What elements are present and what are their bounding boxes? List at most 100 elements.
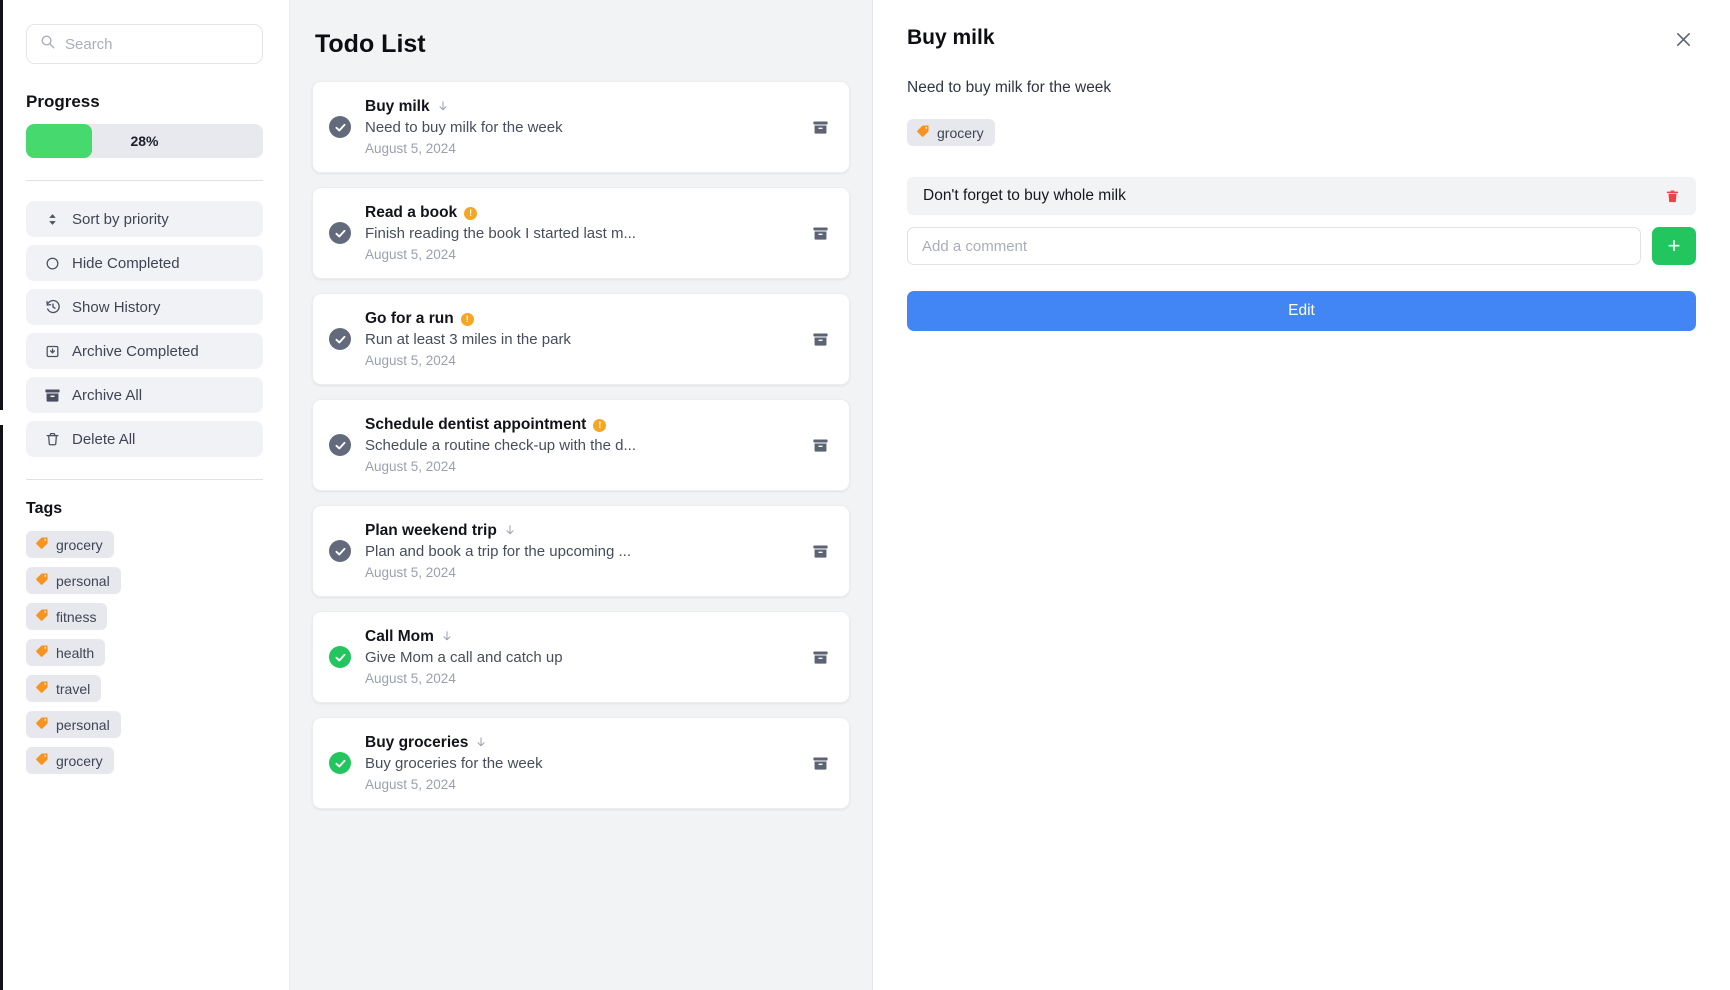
- todo-description: Finish reading the book I started last m…: [365, 225, 636, 242]
- tag-row: grocery: [26, 531, 263, 567]
- sort-updown-icon: [44, 211, 61, 228]
- archive-box-icon[interactable]: [809, 328, 831, 350]
- comment-text: Don't forget to buy whole milk: [923, 187, 1126, 204]
- todo-body: Go for a run! Run at least 3 miles in the…: [365, 310, 795, 368]
- progress-percent-label: 28%: [130, 133, 159, 149]
- tag-label: grocery: [56, 752, 103, 769]
- sidebar-menu-item-label: Delete All: [72, 430, 136, 448]
- archive-box-icon: [44, 387, 61, 404]
- todo-description: Run at least 3 miles in the park: [365, 331, 571, 348]
- todo-checkbox[interactable]: [329, 222, 351, 244]
- archive-box-icon[interactable]: [809, 434, 831, 456]
- clock-history-icon: [44, 299, 61, 316]
- todo-title-row: Read a book!: [365, 204, 795, 222]
- archive-box-icon[interactable]: [809, 116, 831, 138]
- todo-title-row: Go for a run!: [365, 310, 795, 328]
- todo-title-row: Call Mom: [365, 628, 795, 646]
- todo-item[interactable]: Call Mom Give Mom a call and catch up Augu…: [312, 611, 850, 703]
- tag-chip-fitness[interactable]: fitness: [26, 603, 108, 630]
- todo-title: Schedule dentist appointment: [365, 416, 587, 433]
- sidebar-menu-item-show-history[interactable]: Show History: [26, 289, 263, 325]
- tags-title: Tags: [26, 500, 63, 517]
- todo-item[interactable]: Read a book! Finish reading the book I st…: [312, 187, 850, 279]
- add-comment-button[interactable]: +: [1652, 227, 1696, 265]
- page-title: Todo List: [315, 30, 426, 58]
- todo-title-row: Buy groceries: [365, 734, 795, 752]
- todo-checkbox[interactable]: [329, 434, 351, 456]
- todo-date: August 5, 2024: [365, 247, 456, 262]
- progress-fill: [26, 124, 93, 158]
- todo-item[interactable]: Buy milk Need to buy milk for the week Aug…: [312, 81, 850, 173]
- sidebar-menu-item-label: Show History: [72, 298, 161, 316]
- tags-list: grocery personal fitness health travel person…: [26, 531, 263, 783]
- sidebar-menu-item-sort-by-priority[interactable]: Sort by priority: [26, 201, 263, 237]
- todo-item[interactable]: Schedule dentist appointment! Schedule a …: [312, 399, 850, 491]
- todo-description: Plan and book a trip for the upcoming ..…: [365, 543, 631, 560]
- todo-list-panel: Todo List Buy milk Need to buy milk for t…: [290, 0, 873, 990]
- todo-body: Call Mom Give Mom a call and catch up Augu…: [365, 628, 795, 686]
- todo-title-row: Plan weekend trip: [365, 522, 795, 540]
- priority-low-icon: [504, 523, 516, 540]
- archive-box-icon[interactable]: [809, 646, 831, 668]
- todo-body: Buy groceries Buy groceries for the week A…: [365, 734, 795, 792]
- todo-checkbox[interactable]: [329, 116, 351, 138]
- tag-chip-travel[interactable]: travel: [26, 675, 102, 702]
- tag-icon: [35, 572, 49, 589]
- todo-item[interactable]: Buy groceries Buy groceries for the week A…: [312, 717, 850, 809]
- archive-box-icon[interactable]: [809, 540, 831, 562]
- sidebar-menu-item-label: Hide Completed: [72, 254, 180, 272]
- search-box[interactable]: [26, 24, 264, 64]
- todo-body: Buy milk Need to buy milk for the week Aug…: [365, 98, 795, 156]
- sidebar-menu-item-label: Archive Completed: [72, 342, 199, 360]
- tag-chip-grocery[interactable]: grocery: [26, 531, 114, 558]
- todo-description: Buy groceries for the week: [365, 755, 543, 772]
- priority-high-icon: !: [593, 418, 607, 432]
- todo-items-container: Buy milk Need to buy milk for the week Aug…: [312, 81, 850, 809]
- todo-checkbox[interactable]: [329, 752, 351, 774]
- todo-title: Buy milk: [365, 98, 430, 115]
- tag-icon: [35, 716, 49, 733]
- sidebar-menu-item-delete-all[interactable]: Delete All: [26, 421, 263, 457]
- todo-title: Call Mom: [365, 628, 434, 645]
- priority-high-icon: !: [464, 206, 478, 220]
- progress-title: Progress: [26, 92, 100, 111]
- todo-body: Read a book! Finish reading the book I st…: [365, 204, 795, 262]
- circle-icon: [44, 255, 61, 272]
- tag-icon: [35, 644, 49, 661]
- tag-chip-health[interactable]: health: [26, 639, 106, 666]
- sidebar-menu-item-hide-completed[interactable]: Hide Completed: [26, 245, 263, 281]
- tag-chip-grocery[interactable]: grocery: [26, 747, 114, 774]
- tag-icon: [916, 124, 930, 141]
- close-icon[interactable]: [1670, 26, 1696, 52]
- todo-item[interactable]: Go for a run! Run at least 3 miles in the…: [312, 293, 850, 385]
- archive-box-icon[interactable]: [809, 752, 831, 774]
- todo-title-row: Buy milk: [365, 98, 795, 116]
- todo-checkbox[interactable]: [329, 328, 351, 350]
- todo-checkbox[interactable]: [329, 540, 351, 562]
- todo-date: August 5, 2024: [365, 459, 456, 474]
- detail-description: Need to buy milk for the week: [907, 79, 1112, 96]
- sidebar-divider-bottom: [26, 479, 263, 480]
- sidebar-menu-item-archive-completed[interactable]: Archive Completed: [26, 333, 263, 369]
- todo-date: August 5, 2024: [365, 141, 456, 156]
- tag-label: travel: [56, 680, 91, 697]
- tag-chip-personal[interactable]: personal: [26, 567, 121, 594]
- detail-tags: grocery: [907, 119, 1696, 155]
- detail-tag-chip[interactable]: grocery: [907, 119, 995, 146]
- tag-icon: [35, 680, 49, 697]
- todo-item[interactable]: Plan weekend trip Plan and book a trip fo…: [312, 505, 850, 597]
- tag-row: travel: [26, 675, 263, 711]
- archive-box-icon[interactable]: [809, 222, 831, 244]
- todo-title: Buy groceries: [365, 734, 469, 751]
- comment-input[interactable]: [907, 227, 1641, 265]
- delete-comment-icon[interactable]: [1665, 188, 1680, 204]
- search-input[interactable]: [65, 35, 264, 53]
- detail-title: Buy milk: [907, 26, 995, 49]
- tag-chip-personal[interactable]: personal: [26, 711, 121, 738]
- edit-button[interactable]: Edit: [907, 291, 1696, 331]
- tag-label: personal: [56, 716, 110, 733]
- tag-row: fitness: [26, 603, 263, 639]
- tag-icon: [35, 752, 49, 769]
- todo-checkbox[interactable]: [329, 646, 351, 668]
- sidebar-menu-item-archive-all[interactable]: Archive All: [26, 377, 263, 413]
